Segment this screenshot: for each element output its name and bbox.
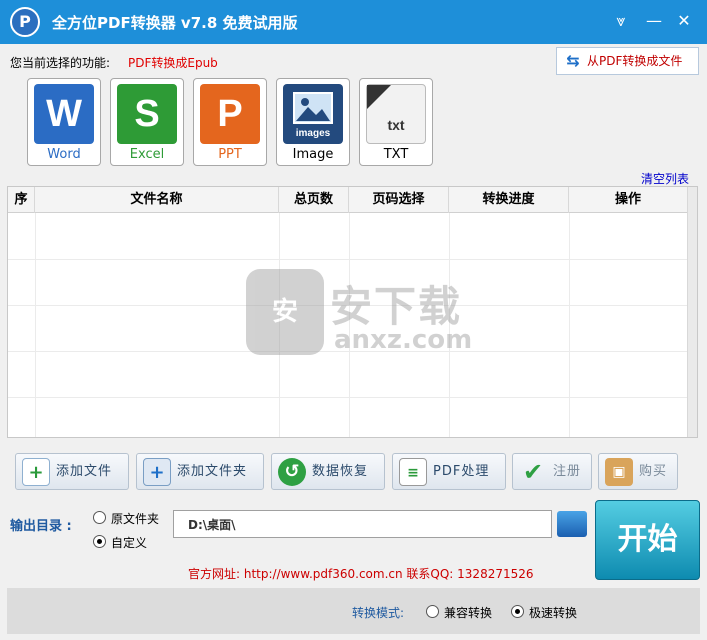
file-table: 序 文件名称 总页数 页码选择 转换进度 操作 安 安下载 anxz.com: [7, 186, 698, 438]
radio-custom-folder-label[interactable]: 自定义: [111, 534, 147, 551]
table-divider: [35, 213, 36, 437]
radio-compat-mode-label[interactable]: 兼容转换: [444, 604, 492, 621]
register-label: 注册: [553, 464, 582, 479]
image-icon: images: [283, 84, 343, 144]
window-title: 全方位PDF转换器 v7.8 免费试用版: [52, 14, 298, 32]
format-label-excel: Excel: [129, 147, 165, 162]
site-info: 官方网址: http://www.pdf360.com.cn 联系QQ: 132…: [188, 567, 534, 581]
add-folder-label: 添加文件夹: [177, 464, 248, 479]
title-bar: P 全方位PDF转换器 v7.8 免费试用版 ⩔ — ✕: [0, 0, 707, 44]
table-scrollbar[interactable]: [687, 187, 697, 437]
add-folder-button[interactable]: + 添加文件夹: [136, 453, 264, 490]
radio-compat-mode[interactable]: [426, 605, 439, 618]
format-button-image[interactable]: images Image: [276, 78, 350, 166]
radio-custom-folder[interactable]: [93, 535, 106, 548]
table-row-divider: [8, 259, 688, 260]
format-label-word: Word: [47, 147, 81, 162]
txt-icon-caption: txt: [387, 117, 405, 133]
format-button-word[interactable]: W Word: [27, 78, 101, 166]
column-progress[interactable]: 转换进度: [449, 187, 569, 213]
watermark-shield-icon: 安: [246, 269, 324, 355]
format-label-ppt: PPT: [218, 147, 242, 162]
mode-label: 转换模式:: [352, 606, 405, 620]
column-file-name[interactable]: 文件名称: [35, 187, 279, 213]
add-file-label: 添加文件: [56, 464, 113, 479]
watermark: 安 安下载 anxz.com: [246, 269, 476, 359]
data-restore-label: 数据恢复: [312, 464, 369, 479]
clear-list-link[interactable]: 清空列表: [641, 170, 689, 187]
column-total-pages[interactable]: 总页数: [279, 187, 349, 213]
pdf-process-button[interactable]: ≡ PDF处理: [392, 453, 506, 490]
format-button-ppt[interactable]: P PPT: [193, 78, 267, 166]
add-file-button[interactable]: + 添加文件: [15, 453, 129, 490]
current-function: PDF转换成Epub: [128, 56, 218, 70]
swap-arrows-icon: ⇆: [566, 51, 580, 70]
format-button-txt[interactable]: txt TXT: [359, 78, 433, 166]
switch-mode-label: 从PDF转换成文件: [587, 54, 683, 68]
ppt-icon: P: [200, 84, 260, 144]
buy-label: 购买: [639, 464, 668, 479]
checkmark-icon: ✔: [522, 458, 544, 486]
column-actions[interactable]: 操作: [569, 187, 688, 213]
column-page-select[interactable]: 页码选择: [349, 187, 449, 213]
format-label-txt: TXT: [383, 147, 409, 162]
skin-menu-icon[interactable]: ⩔: [610, 10, 632, 32]
radio-fast-mode[interactable]: [511, 605, 524, 618]
function-label: 您当前选择的功能:: [10, 56, 111, 70]
minimize-button[interactable]: —: [643, 10, 665, 32]
switch-mode-button[interactable]: ⇆ 从PDF转换成文件: [556, 47, 699, 75]
add-file-icon: +: [22, 458, 50, 486]
register-button[interactable]: ✔ 注册: [512, 453, 592, 490]
txt-icon: txt: [366, 84, 426, 144]
pdf-process-label: PDF处理: [433, 464, 490, 479]
word-icon: W: [34, 84, 94, 144]
close-button[interactable]: ✕: [673, 10, 695, 32]
output-dir-label: 输出目录 :: [10, 519, 72, 534]
radio-original-folder[interactable]: [93, 511, 106, 524]
start-button[interactable]: 开始: [595, 500, 700, 580]
data-restore-button[interactable]: ↺ 数据恢复: [271, 453, 385, 490]
buy-button[interactable]: ▣ 购买: [598, 453, 678, 490]
table-divider: [569, 213, 570, 437]
radio-fast-mode-label[interactable]: 极速转换: [529, 604, 577, 621]
excel-icon: S: [117, 84, 177, 144]
format-button-excel[interactable]: S Excel: [110, 78, 184, 166]
pdf-process-icon: ≡: [399, 458, 427, 486]
radio-original-folder-label[interactable]: 原文件夹: [111, 510, 159, 527]
app-logo-icon: P: [10, 7, 40, 37]
column-index[interactable]: 序: [8, 187, 35, 213]
table-header: 序 文件名称 总页数 页码选择 转换进度 操作: [8, 187, 688, 213]
shopping-bag-icon: ▣: [605, 458, 633, 486]
restore-icon: ↺: [278, 458, 306, 486]
output-path-input[interactable]: [173, 510, 552, 538]
add-folder-icon: +: [143, 458, 171, 486]
watermark-text-en: anxz.com: [334, 325, 473, 355]
browse-folder-icon[interactable]: [557, 511, 587, 537]
format-label-image: Image: [292, 147, 334, 162]
image-icon-caption: images: [295, 128, 331, 139]
table-row-divider: [8, 397, 688, 398]
